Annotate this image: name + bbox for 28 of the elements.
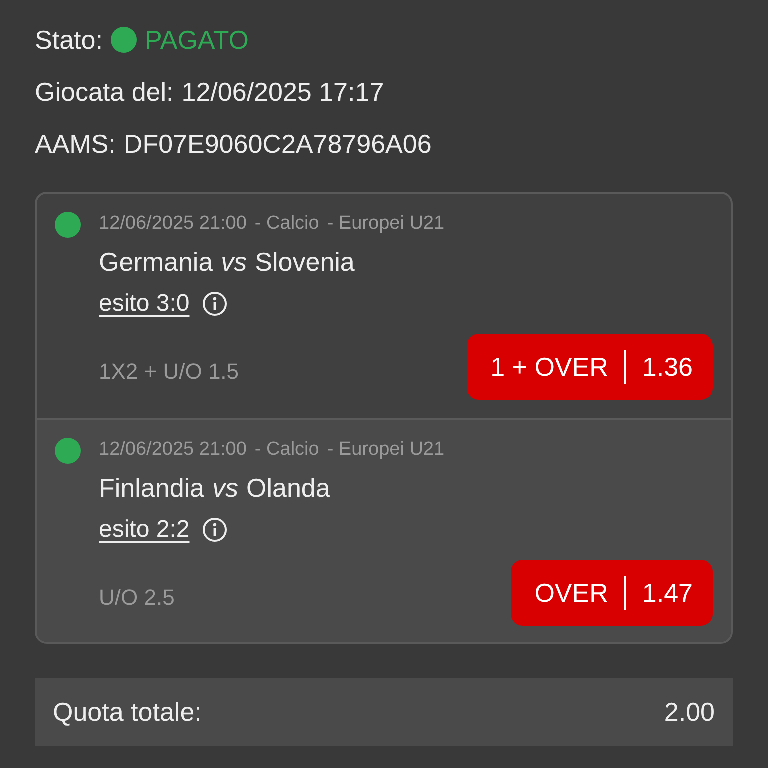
event-datetime: 12/06/2025 21:00 (99, 213, 247, 235)
total-odds: 2.00 (664, 696, 715, 728)
away-team: Slovenia (255, 246, 355, 278)
aams-label: AAMS: (35, 128, 116, 160)
info-icon[interactable] (202, 291, 228, 317)
total-label: Quota totale: (53, 696, 202, 728)
pick-odds-button[interactable]: 1 + OVER 1.36 (466, 334, 713, 400)
away-team: Olanda (246, 472, 330, 504)
status-value: PAGATO (144, 24, 249, 56)
placed-label: Giocata del: (35, 76, 174, 108)
home-team: Finlandia (99, 472, 205, 504)
result-link[interactable]: esito 2:2 (99, 516, 190, 544)
event-sport: - Calcio (254, 213, 320, 235)
event-competition: - Europei U21 (327, 439, 445, 461)
aams-code: DF07E9060C2A78796A06 (124, 128, 432, 160)
result-link[interactable]: esito 3:0 (99, 290, 190, 318)
info-icon[interactable] (202, 517, 228, 543)
event-sport: - Calcio (254, 439, 320, 461)
home-team: Germania (99, 246, 214, 278)
pick-odds-button[interactable]: OVER 1.47 (510, 560, 713, 626)
versus-text: vs (221, 246, 248, 278)
event-datetime: 12/06/2025 21:00 (99, 439, 247, 461)
event-competition: - Europei U21 (327, 213, 445, 235)
market-name: U/O 2.5 (99, 585, 175, 611)
placed-date: 12/06/2025 17:17 (182, 76, 384, 108)
market-name: 1X2 + U/O 1.5 (99, 359, 240, 385)
status-label: Stato: (35, 24, 103, 56)
versus-text: vs (212, 472, 239, 504)
